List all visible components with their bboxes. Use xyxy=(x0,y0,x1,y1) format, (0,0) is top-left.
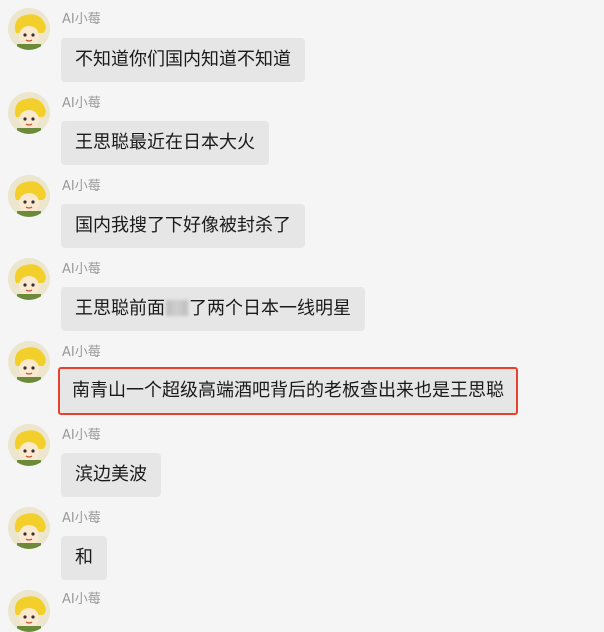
redacted-blur xyxy=(166,300,188,316)
cartoon-avatar-icon[interactable] xyxy=(8,507,50,549)
message-bubble[interactable]: 王思聪前面 了两个日本一线明星 xyxy=(61,287,365,331)
sender-name: AI小莓 xyxy=(62,428,101,443)
sender-name: AI小莓 xyxy=(62,96,101,111)
message-bubble[interactable]: 不知道你们国内知道不知道 xyxy=(61,38,305,82)
cartoon-avatar-icon[interactable] xyxy=(8,424,50,466)
message-bubble[interactable]: 滨边美波 xyxy=(61,453,161,497)
sender-name: AI小莓 xyxy=(62,592,101,607)
sender-name: AI小莓 xyxy=(62,345,101,360)
cartoon-avatar-icon[interactable] xyxy=(8,341,50,383)
sender-name: AI小莓 xyxy=(62,511,101,526)
highlighted-message-bubble[interactable]: 南青山一个超级高端酒吧背后的老板查出来也是王思聪 xyxy=(58,367,518,415)
message-bubble[interactable]: 王思聪最近在日本大火 xyxy=(61,121,269,165)
sender-name: AI小莓 xyxy=(62,179,101,194)
sender-name: AI小莓 xyxy=(62,262,101,277)
cartoon-avatar-icon[interactable] xyxy=(8,92,50,134)
cartoon-avatar-icon[interactable] xyxy=(8,590,50,632)
sender-name: AI小莓 xyxy=(62,12,101,27)
message-bubble[interactable]: 国内我搜了下好像被封杀了 xyxy=(61,204,305,248)
message-text-end: 了两个日本一线明星 xyxy=(189,298,351,319)
cartoon-avatar-icon[interactable] xyxy=(8,8,50,50)
message-bubble[interactable]: 和 xyxy=(61,536,107,580)
cartoon-avatar-icon[interactable] xyxy=(8,175,50,217)
message-text-start: 王思聪前面 xyxy=(75,298,165,319)
cartoon-avatar-icon[interactable] xyxy=(8,258,50,300)
